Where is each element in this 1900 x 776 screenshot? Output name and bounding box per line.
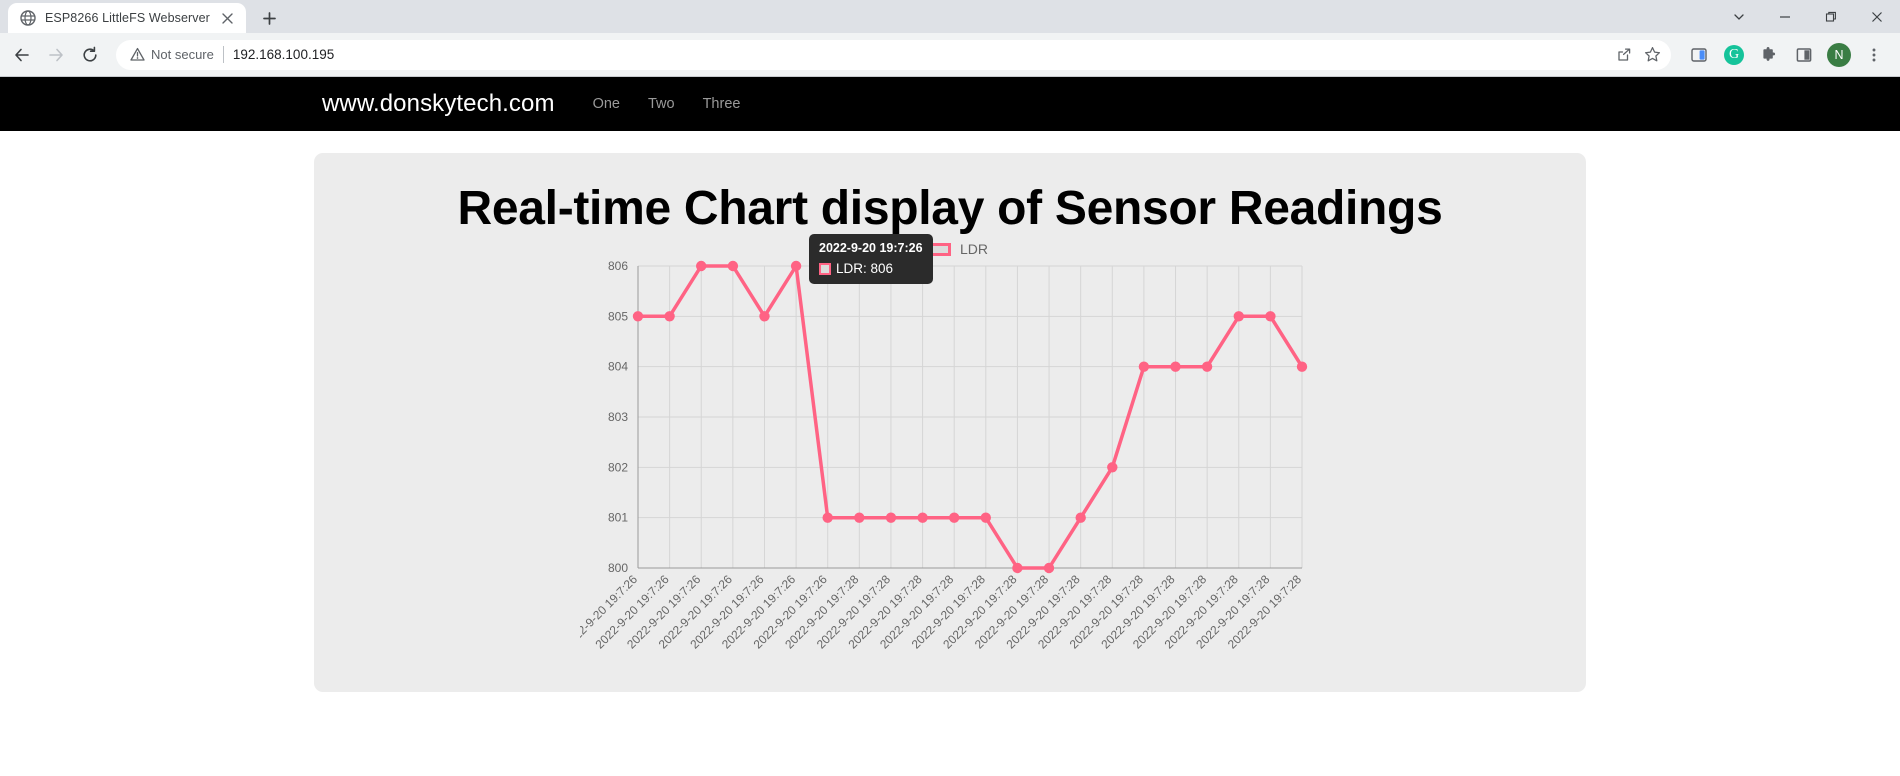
page-body: Real-time Chart display of Sensor Readin… [0, 131, 1900, 692]
window-close-icon[interactable] [1854, 0, 1900, 33]
data-point[interactable] [790, 260, 802, 272]
tab-title: ESP8266 LittleFS Webserver [45, 11, 210, 25]
tooltip-swatch [819, 262, 831, 275]
data-point[interactable] [1265, 311, 1276, 322]
data-point[interactable] [1075, 512, 1086, 523]
data-point[interactable] [885, 512, 897, 523]
address-bar[interactable]: Not secure 192.168.100.195 [116, 39, 1671, 70]
star-icon[interactable] [1639, 42, 1665, 68]
y-axis-tick: 805 [608, 309, 628, 323]
nav-links: One Two Three [579, 96, 755, 112]
warning-triangle-icon [130, 47, 145, 61]
reading-list-icon[interactable] [1788, 39, 1820, 71]
divider [222, 46, 224, 63]
maximize-icon[interactable] [1808, 0, 1854, 33]
brand-logo[interactable]: www.donskytech.com [322, 90, 555, 118]
data-point[interactable] [1012, 562, 1023, 574]
y-axis-tick: 803 [608, 410, 628, 424]
data-point[interactable] [727, 260, 739, 272]
data-point[interactable] [1138, 361, 1150, 372]
tab-strip: ESP8266 LittleFS Webserver [0, 0, 1900, 33]
grammarly-icon[interactable]: G [1718, 39, 1750, 71]
new-tab-button[interactable] [256, 4, 284, 32]
chevron-down-icon[interactable] [1716, 0, 1762, 33]
page-title: Real-time Chart display of Sensor Readin… [457, 182, 1443, 235]
y-axis-tick: 800 [608, 561, 628, 575]
security-label: Not secure [151, 47, 214, 62]
omnibox-actions [1611, 42, 1665, 68]
data-point[interactable] [1296, 361, 1308, 372]
chart-container[interactable]: 800 801 802 803 804 805 806 2022-9-20 19:7:26 20… [580, 234, 1320, 666]
data-point[interactable] [632, 311, 644, 322]
nav-link-two[interactable]: Two [634, 96, 689, 112]
y-axis-tick: 804 [608, 360, 628, 374]
legend-label-ldr: LDR [960, 241, 989, 257]
toolbar-extensions: G N [1679, 39, 1890, 71]
menu-icon[interactable] [1858, 39, 1890, 71]
puzzle-icon[interactable] [1753, 39, 1785, 71]
data-point[interactable] [854, 512, 865, 523]
minimize-icon[interactable] [1762, 0, 1808, 33]
security-status[interactable]: Not secure [130, 47, 214, 62]
data-point[interactable] [822, 512, 833, 523]
site-navbar: www.donskytech.com One Two Three [0, 77, 1900, 131]
data-point[interactable] [664, 311, 675, 322]
data-point[interactable] [1201, 361, 1213, 372]
browser-toolbar: Not secure 192.168.100.195 G N [0, 33, 1900, 77]
tooltip-value: LDR: 806 [836, 261, 894, 276]
data-point[interactable] [949, 512, 960, 523]
page-viewport: www.donskytech.com One Two Three Real-ti… [0, 77, 1900, 776]
back-icon[interactable] [6, 39, 38, 71]
nav-link-three[interactable]: Three [689, 96, 755, 112]
line-chart[interactable]: 8008018028038048058062022-9-20 19:7:2620… [580, 256, 1320, 666]
tooltip-row: LDR: 806 [819, 261, 923, 276]
profile-initial: N [1827, 42, 1851, 67]
share-icon[interactable] [1611, 42, 1637, 68]
data-point[interactable] [1043, 562, 1055, 574]
window-controls [1716, 0, 1900, 33]
browser-window: ESP8266 LittleFS Webserver Not secure 19… [0, 0, 1900, 776]
grammarly-badge: G [1724, 44, 1744, 65]
data-point[interactable] [759, 311, 770, 322]
data-point[interactable] [696, 260, 707, 272]
globe-icon [20, 10, 36, 26]
data-point[interactable] [917, 512, 928, 523]
y-axis-tick: 801 [608, 511, 628, 525]
avatar[interactable]: N [1823, 39, 1855, 71]
chart-card: Real-time Chart display of Sensor Readin… [314, 153, 1586, 692]
data-point[interactable] [1170, 361, 1181, 372]
y-axis-tick: 802 [608, 460, 628, 474]
nav-link-one[interactable]: One [579, 96, 634, 112]
close-icon[interactable] [219, 9, 237, 27]
reload-icon[interactable] [74, 39, 106, 71]
data-point[interactable] [1233, 311, 1244, 322]
chart-tooltip: 2022-9-20 19:7:26 LDR: 806 [809, 234, 933, 284]
data-point[interactable] [980, 512, 991, 523]
browser-tab[interactable]: ESP8266 LittleFS Webserver [8, 3, 246, 33]
y-axis-tick: 806 [608, 259, 628, 273]
side-panel-icon[interactable] [1683, 39, 1715, 71]
forward-icon[interactable] [40, 39, 72, 71]
tooltip-title: 2022-9-20 19:7:26 [819, 241, 923, 255]
data-point[interactable] [1107, 462, 1118, 473]
url-text: 192.168.100.195 [232, 47, 335, 62]
